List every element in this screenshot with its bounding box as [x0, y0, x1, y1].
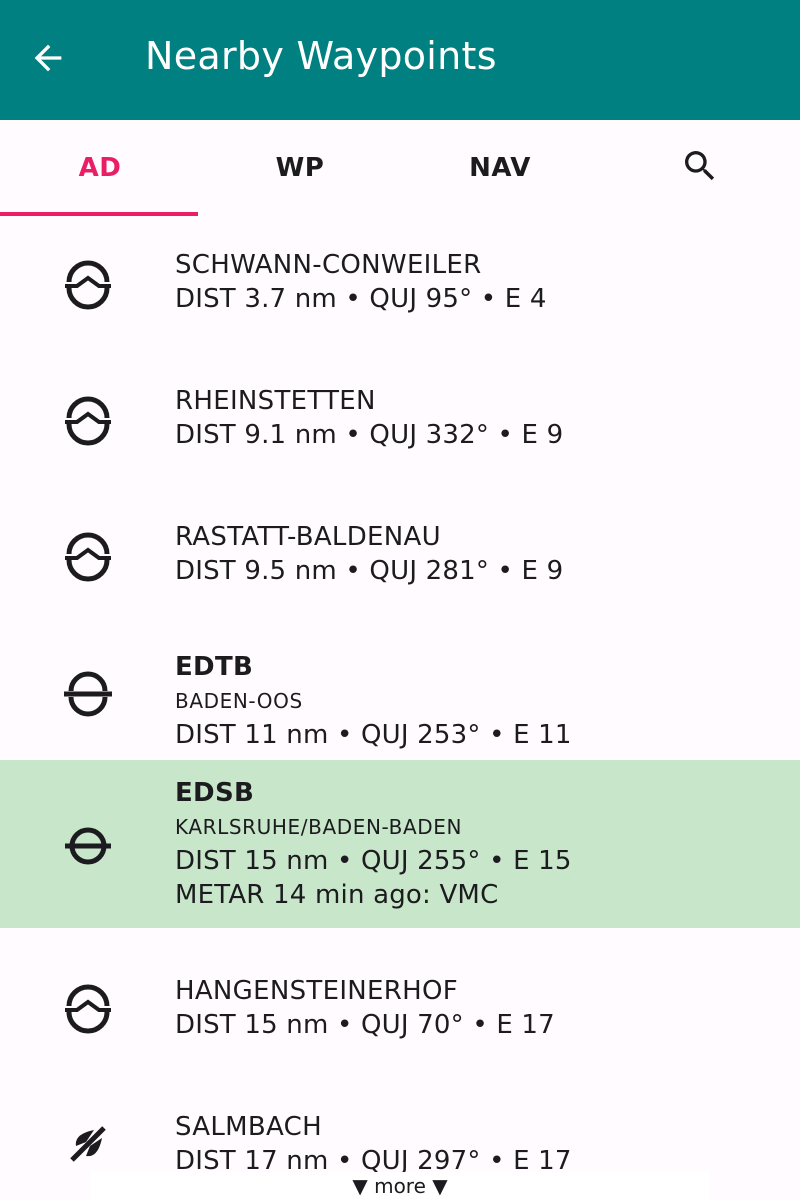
- arrow-back-icon: [28, 38, 68, 82]
- waypoint-name: SCHWANN-CONWEILER: [175, 250, 482, 280]
- waypoint-name: RASTATT-BALDENAU: [175, 522, 441, 552]
- more-button[interactable]: ▼ more ▼: [90, 1172, 710, 1200]
- back-button[interactable]: [24, 36, 72, 84]
- waypoint-code: EDSB: [175, 778, 255, 808]
- list-item-selected[interactable]: EDSB KARLSRUHE/BADEN-BADEN DIST 15 nm • …: [0, 760, 800, 928]
- waypoint-name: HANGENSTEINERHOF: [175, 976, 459, 1006]
- waypoint-details: DIST 9.5 nm • QUJ 281° • E 9: [175, 556, 564, 586]
- app-bar: Nearby Waypoints: [0, 0, 800, 120]
- waypoint-name: BADEN-OOS: [175, 689, 303, 713]
- page-title: Nearby Waypoints: [145, 34, 497, 78]
- waypoint-name: SALMBACH: [175, 1112, 322, 1142]
- waypoint-details: DIST 9.1 nm • QUJ 332° • E 9: [175, 420, 564, 450]
- waypoint-details: DIST 15 nm • QUJ 70° • E 17: [175, 1010, 555, 1040]
- glider-airfield-icon: [58, 978, 118, 1038]
- tab-bar: AD WP NAV: [0, 120, 800, 216]
- tab-nav[interactable]: NAV: [400, 120, 600, 216]
- search-icon: [680, 146, 720, 190]
- list-item[interactable]: HANGENSTEINERHOF DIST 15 nm • QUJ 70° • …: [0, 928, 800, 1064]
- glider-airfield-icon: [58, 526, 118, 586]
- list-item[interactable]: RASTATT-BALDENAU DIST 9.5 nm • QUJ 281° …: [0, 488, 800, 624]
- list-item[interactable]: EDTB BADEN-OOS DIST 11 nm • QUJ 253° • E…: [0, 624, 800, 760]
- list-item[interactable]: RHEINSTETTEN DIST 9.1 nm • QUJ 332° • E …: [0, 352, 800, 488]
- list-item[interactable]: SCHWANN-CONWEILER DIST 3.7 nm • QUJ 95° …: [0, 216, 800, 352]
- waypoint-name: KARLSRUHE/BADEN-BADEN: [175, 815, 463, 839]
- waypoint-code: EDTB: [175, 652, 254, 682]
- waypoint-details: DIST 11 nm • QUJ 253° • E 11: [175, 720, 572, 750]
- ultralight-field-icon: [58, 1114, 118, 1174]
- search-button[interactable]: [600, 120, 800, 216]
- tab-ad[interactable]: AD: [0, 120, 200, 216]
- airfield-icon: [58, 664, 118, 724]
- waypoint-name: RHEINSTETTEN: [175, 386, 376, 416]
- waypoint-details: DIST 15 nm • QUJ 255° • E 15: [175, 846, 572, 876]
- glider-airfield-icon: [58, 390, 118, 450]
- metar-status: METAR 14 min ago: VMC: [175, 880, 499, 910]
- glider-airfield-icon: [58, 254, 118, 314]
- tab-wp[interactable]: WP: [200, 120, 400, 216]
- waypoint-details: DIST 3.7 nm • QUJ 95° • E 4: [175, 284, 547, 314]
- airport-icon: [58, 816, 118, 876]
